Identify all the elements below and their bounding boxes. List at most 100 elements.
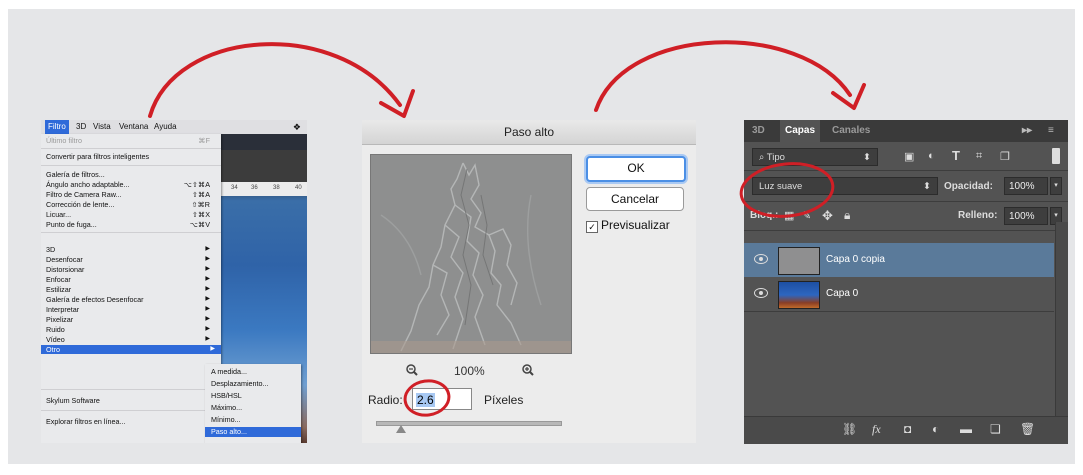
submenu-arrow-icon: ▶: [205, 276, 210, 282]
layer-row-capa-0[interactable]: Capa 0: [744, 277, 1054, 312]
menu-3d[interactable]: 3D: [76, 122, 86, 131]
submenu-item[interactable]: Máximo...: [205, 403, 301, 413]
filter-menu-screenshot: 34 36 38 40 Filtro 3D Vista Ventana Ayud…: [41, 120, 307, 443]
menu-item-submenu[interactable]: Interpretar ▶: [46, 305, 216, 314]
submenu-item[interactable]: A medida...: [205, 367, 301, 377]
layer-name: Capa 0 copia: [826, 254, 885, 265]
ruler-tick: 34: [231, 185, 238, 191]
submenu-arrow-icon: ▶: [205, 316, 210, 322]
menu-item-filter[interactable]: Galería de filtros...: [46, 170, 216, 179]
menu-item-filter[interactable]: Punto de fuga... ⌥⌘V: [46, 220, 216, 229]
eye-icon[interactable]: [754, 288, 768, 298]
submenu-arrow-icon: ▶: [205, 256, 210, 262]
pixel-filter-icon[interactable]: ▣: [904, 150, 914, 163]
layers-scrollbar[interactable]: [1055, 222, 1068, 422]
blend-row: Luz suave ⬍ Opacidad: 100% ▾: [744, 171, 1068, 202]
menu-item-convert-smart[interactable]: Convertir para filtros inteligentes: [46, 152, 216, 161]
submenu-item[interactable]: Paso alto...: [205, 427, 301, 437]
lock-position-icon[interactable]: ✥: [822, 208, 833, 224]
menu-item-skylum[interactable]: Skylum Software▶: [46, 396, 216, 405]
delete-layer-icon[interactable]: 🗑︎: [1020, 422, 1035, 436]
menu-item-filter[interactable]: Filtro de Camera Raw... ⇧⌘A: [46, 190, 216, 199]
cancel-button[interactable]: Cancelar: [586, 187, 684, 211]
menu-item-submenu[interactable]: Pixelizar ▶: [46, 315, 216, 324]
menu-item-submenu[interactable]: Vídeo ▶: [46, 335, 216, 344]
panel-menu-icon[interactable]: ≡: [1048, 125, 1054, 136]
fx-icon[interactable]: fx: [872, 422, 881, 437]
ruler: 34 36 38 40: [221, 182, 307, 196]
radius-label: Radio:: [368, 393, 403, 407]
lock-paint-icon[interactable]: ✎: [802, 209, 811, 222]
menu-item-submenu[interactable]: Galería de efectos Desenfocar ▶: [46, 295, 216, 304]
menu-item-explore[interactable]: Explorar filtros en línea...: [46, 417, 216, 426]
layer-row-capa-0-copia[interactable]: Capa 0 copia: [744, 243, 1054, 277]
collapse-icon[interactable]: ▸▸: [1022, 125, 1032, 136]
zoom-in-icon[interactable]: [522, 364, 534, 379]
menu-item-submenu[interactable]: Distorsionar ▶: [46, 265, 216, 274]
dropbox-icon[interactable]: ❖: [293, 122, 301, 133]
radius-input[interactable]: 2.6: [412, 388, 472, 410]
submenu-arrow-icon: ▶: [205, 296, 210, 302]
radius-slider-thumb[interactable]: [396, 425, 406, 433]
submenu-item[interactable]: HSB/HSL: [205, 391, 301, 401]
adjustment-filter-icon[interactable]: ◐: [928, 150, 935, 162]
new-layer-icon[interactable]: ❏: [990, 422, 1001, 436]
submenu-item[interactable]: Mínimo...: [205, 415, 301, 425]
type-filter-icon[interactable]: T: [952, 148, 960, 163]
filter-toggle[interactable]: [1052, 148, 1060, 164]
layers-bottom-bar: ⛓ fx ◘ ◐ ▬ ❏ 🗑︎: [744, 416, 1068, 444]
submenu-item[interactable]: Desplazamiento...: [205, 379, 301, 389]
menu-item-filter[interactable]: Corrección de lente... ⇧⌘R: [46, 200, 216, 209]
add-mask-icon[interactable]: ◘: [904, 422, 911, 436]
filter-preview[interactable]: [370, 154, 572, 354]
high-pass-dialog: Paso alto OK Cancelar ✓ Previsualizar 10…: [362, 120, 696, 443]
submenu-arrow-icon: ▶: [205, 326, 210, 332]
menu-divider: [41, 410, 221, 411]
menu-filtro[interactable]: Filtro: [45, 120, 69, 134]
ok-button[interactable]: OK: [586, 156, 686, 182]
menu-item-submenu[interactable]: Otro ▶: [41, 345, 221, 354]
menu-item-submenu[interactable]: 3D ▶: [46, 245, 216, 254]
preview-label: Previsualizar: [601, 218, 670, 232]
select-arrow-icon: ⬍: [923, 181, 931, 192]
shape-filter-icon[interactable]: ⌗: [976, 150, 982, 163]
menu-item-submenu[interactable]: Desenfocar ▶: [46, 255, 216, 264]
layer-filter-select[interactable]: ⌕ Tipo ⬍: [752, 148, 878, 166]
tab-channels[interactable]: Canales: [832, 125, 870, 136]
menu-divider: [41, 232, 221, 233]
zoom-out-icon[interactable]: [406, 364, 418, 379]
menu-item-submenu[interactable]: Estilizar ▶: [46, 285, 216, 294]
eye-icon[interactable]: [754, 254, 768, 264]
layer-thumbnail: [778, 281, 820, 309]
tab-layers[interactable]: Capas: [780, 120, 821, 142]
menu-divider: [41, 389, 221, 390]
submenu-arrow-icon: ▶: [205, 266, 210, 272]
zoom-level: 100%: [454, 364, 485, 378]
lock-transparency-icon[interactable]: ▦: [784, 209, 794, 222]
blend-mode-select[interactable]: Luz suave ⬍: [752, 177, 938, 195]
menu-item-submenu[interactable]: Ruido ▶: [46, 325, 216, 334]
new-group-icon[interactable]: ▬: [960, 422, 972, 436]
smart-object-filter-icon[interactable]: ❐: [1000, 150, 1010, 163]
lock-row: Bloq.: ▦ ✎ ✥ 🔒︎ Relleno: 100% ▾: [744, 202, 1068, 231]
menu-item-filter[interactable]: Licuar... ⇧⌘X: [46, 210, 216, 219]
menu-item-submenu[interactable]: Enfocar ▶: [46, 275, 216, 284]
preview-checkbox[interactable]: ✓ Previsualizar: [586, 218, 670, 233]
tab-3d[interactable]: 3D: [752, 125, 765, 136]
opacity-dropdown-icon[interactable]: ▾: [1050, 177, 1062, 195]
link-layers-icon[interactable]: ⛓: [842, 422, 857, 436]
menu-ventana[interactable]: Ventana: [119, 122, 148, 131]
menu-ayuda[interactable]: Ayuda: [154, 122, 177, 131]
submenu-arrow-icon: ▶: [205, 306, 210, 312]
filter-row: ⌕ Tipo ⬍ ▣ ◐ T ⌗ ❐: [744, 142, 1068, 171]
checkbox-check-icon[interactable]: ✓: [586, 221, 598, 233]
unit-label: Píxeles: [484, 393, 524, 407]
menu-item-filter[interactable]: Ángulo ancho adaptable... ⌥⇧⌘A: [46, 180, 216, 189]
lock-all-icon[interactable]: 🔒︎: [844, 208, 850, 223]
menu-vista[interactable]: Vista: [93, 122, 111, 131]
adjustment-layer-icon[interactable]: ◐: [932, 422, 939, 436]
radius-value[interactable]: 2.6: [416, 393, 435, 407]
opacity-input[interactable]: 100%: [1004, 177, 1048, 195]
fill-input[interactable]: 100%: [1004, 207, 1048, 225]
layer-name: Capa 0: [826, 288, 859, 299]
